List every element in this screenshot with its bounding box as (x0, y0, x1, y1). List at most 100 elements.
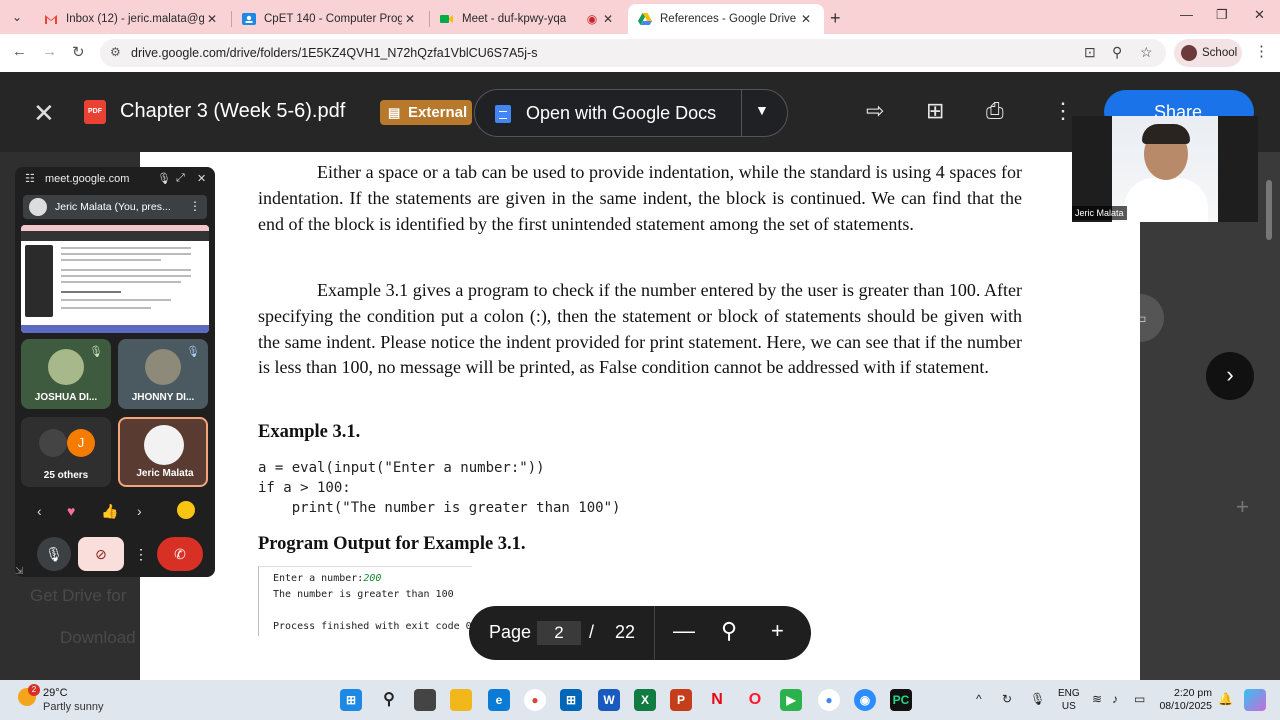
preview-text-line (61, 299, 171, 301)
new-tab-icon[interactable]: + (830, 8, 841, 29)
participant-tile-jhonny[interactable]: 🎙 JHONNY DI... (118, 339, 208, 409)
current-page-input[interactable]: 2 (537, 621, 581, 645)
netflix-icon[interactable]: N (706, 689, 728, 711)
close-icon[interactable]: ✕ (600, 12, 616, 26)
pycharm-icon[interactable]: PC (890, 689, 912, 711)
system-clock[interactable]: 2:20 pm 08/10/2025 (1158, 687, 1212, 713)
end-call-button[interactable]: ✆ (157, 537, 203, 571)
output-heading: Program Output for Example 3.1. (258, 534, 526, 554)
edge-icon[interactable]: e (488, 689, 510, 711)
participant-tile-others[interactable]: J 25 others (21, 417, 111, 487)
participant-name: 25 others (43, 470, 89, 481)
excel-icon[interactable]: X (634, 689, 656, 711)
clock-time: 2:20 pm (1174, 687, 1212, 699)
tab-search-icon[interactable]: ⌄ (6, 6, 28, 28)
start-menu-icon[interactable]: ⊞ (340, 689, 362, 711)
emoji-picker-icon[interactable] (177, 501, 195, 519)
speaker-hair (1142, 124, 1190, 144)
close-icon[interactable]: ✕ (204, 12, 220, 26)
add-comment-icon[interactable]: ⊞ (926, 98, 944, 124)
avatar (1181, 45, 1197, 61)
screen-share-preview[interactable] (21, 225, 209, 333)
close-icon[interactable]: ✕ (798, 12, 814, 26)
next-file-button[interactable]: › (1206, 352, 1254, 400)
console-input-value: 200 (363, 573, 382, 584)
language-indicator[interactable]: ENG US (1058, 687, 1080, 713)
wifi-icon[interactable]: ≋ (1092, 692, 1102, 706)
minimize-icon[interactable]: — (1180, 7, 1193, 22)
camera-off-button[interactable]: ⊘ (78, 537, 124, 571)
zoom-out-icon[interactable]: — (673, 618, 695, 644)
participant-tile-joshua[interactable]: 🎙 JOSHUA DI... (21, 339, 111, 409)
copilot-icon[interactable] (1244, 689, 1266, 711)
store-icon[interactable]: ⊞ (560, 689, 582, 711)
show-hidden-icons[interactable]: ^ (976, 692, 982, 706)
more-options-icon[interactable]: ⋮ (131, 537, 151, 571)
mic-icon[interactable]: 🎙 (157, 172, 171, 185)
reactions-bar: ‹ ♥ 👍 › (21, 497, 209, 527)
opera-icon[interactable]: O (744, 689, 766, 711)
more-options-icon[interactable]: ⋮ (189, 199, 201, 213)
microphone-button[interactable]: 🎙 (37, 537, 71, 571)
play-icon[interactable]: ▶ (780, 689, 802, 711)
open-with-docs-button[interactable]: Open with Google Docs ▼ (474, 89, 788, 137)
expand-icon[interactable]: ⤢ (176, 172, 185, 185)
settings-sliders-icon[interactable]: ☷ (25, 172, 35, 185)
sync-icon[interactable]: ↻ (1002, 692, 1012, 706)
powerpoint-icon[interactable]: P (670, 689, 692, 711)
participant-tile-self[interactable]: Jeric Malata (118, 417, 208, 487)
close-icon[interactable]: ✕ (197, 172, 206, 185)
tab-title: Inbox (12) - jeric.malata@g.bat (66, 13, 204, 25)
site-info-icon[interactable]: ⚙ (110, 45, 121, 59)
zoom-icon[interactable]: ⚲ (1112, 44, 1122, 61)
search-icon[interactable]: ⚲ (378, 689, 400, 711)
add-shortcut-icon[interactable]: ⇨ (866, 98, 884, 124)
install-app-icon[interactable]: ⊡ (1084, 44, 1096, 61)
add-icon[interactable]: + (1236, 494, 1249, 520)
back-icon[interactable]: ← (12, 43, 27, 60)
call-controls: 🎙 ⊘ ⋮ ✆ (21, 537, 209, 573)
zoom-app-icon[interactable]: ◉ (854, 689, 876, 711)
chrome-icon[interactable]: ● (524, 689, 546, 711)
close-viewer-icon[interactable]: ✕ (33, 98, 55, 129)
preview-taskbar (21, 325, 209, 333)
bookmark-star-icon[interactable]: ☆ (1140, 44, 1153, 61)
browser-menu-icon[interactable]: ⋮ (1254, 42, 1269, 60)
chevron-left-icon[interactable]: ‹ (37, 503, 42, 519)
chevron-down-icon[interactable]: ▼ (755, 102, 769, 118)
close-icon[interactable]: ✕ (402, 12, 418, 26)
thumbs-up-icon[interactable]: 👍 (101, 503, 118, 520)
profile-chip[interactable]: School (1174, 39, 1242, 67)
chevron-right-icon[interactable]: › (137, 503, 142, 519)
zoom-reset-icon[interactable]: ⚲ (721, 618, 737, 644)
volume-icon[interactable]: ♪ (1112, 692, 1118, 706)
tab-gmail[interactable]: Inbox (12) - jeric.malata@g.bat ✕ (34, 4, 230, 34)
window-close-icon[interactable]: ✕ (1254, 7, 1265, 23)
tab-drive[interactable]: References - Google Drive ✕ (628, 4, 824, 34)
more-actions-icon[interactable]: ⋮ (1052, 98, 1074, 124)
muted-mic-icon: 🎙 (89, 346, 103, 358)
maximize-icon[interactable]: ❐ (1216, 7, 1228, 23)
print-icon[interactable]: ⎙ (986, 98, 1004, 124)
zoom-in-icon[interactable]: + (771, 618, 784, 644)
notifications-icon[interactable]: 🔔 (1218, 692, 1233, 706)
gmail-icon (44, 13, 58, 25)
resize-handle-icon[interactable]: ⇲ (15, 566, 23, 577)
tab-classroom[interactable]: CpET 140 - Computer Programm ✕ (232, 4, 428, 34)
word-icon[interactable]: W (598, 689, 620, 711)
heart-reaction-icon[interactable]: ♥ (67, 503, 75, 519)
reload-icon[interactable]: ↻ (72, 43, 85, 61)
file-explorer-icon[interactable] (450, 689, 472, 711)
presenting-banner[interactable]: Jeric Malata (You, pres... ⋮ (23, 195, 207, 219)
speaker-shirt (1124, 178, 1208, 222)
address-bar[interactable]: ⚙ drive.google.com/drive/folders/1E5KZ4Q… (100, 39, 1166, 67)
microphone-tray-icon[interactable]: 🎙 (1030, 692, 1045, 706)
scrollbar[interactable] (1266, 180, 1272, 240)
tab-meet[interactable]: Meet - duf-kpwy-yqa ◉ ✕ (430, 4, 626, 34)
battery-icon[interactable]: ▭ (1134, 692, 1145, 706)
external-badge[interactable]: ▤ External (380, 100, 472, 125)
task-view-icon[interactable] (414, 689, 436, 711)
forward-icon[interactable]: → (42, 43, 57, 60)
example-heading: Example 3.1. (258, 422, 361, 442)
chrome-active-icon[interactable]: ● (818, 689, 840, 711)
